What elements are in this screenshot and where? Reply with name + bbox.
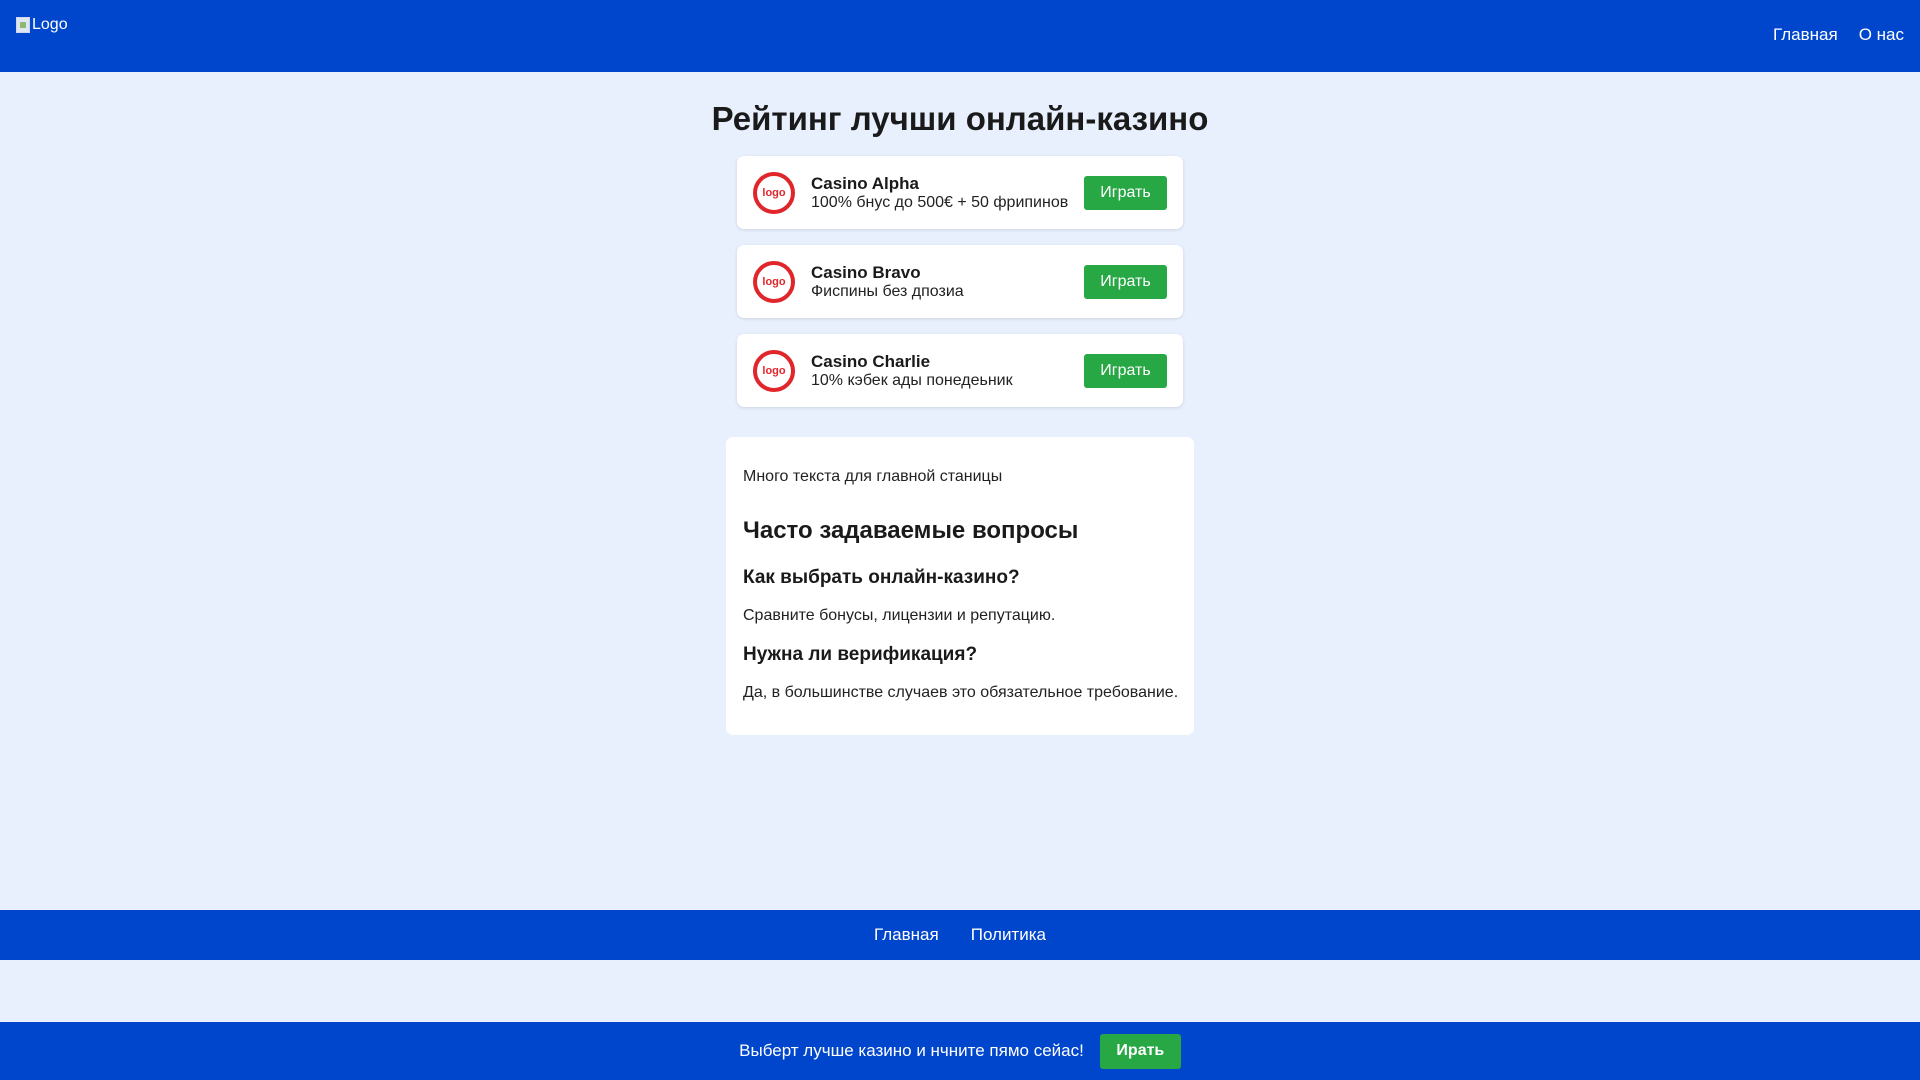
casino-logo-icon: logo (753, 260, 795, 303)
casino-info: Casino Alpha 100% бнус до 500€ + 50 фрип… (811, 174, 1084, 212)
content-section: Много текста для главной станицы Часто з… (726, 437, 1194, 735)
casino-name: Casino Alpha (811, 173, 919, 193)
casino-bonus: Фиспины без дпозиа (811, 282, 964, 300)
faq-answer: Да, в большинстве случаев это обязательн… (743, 684, 1179, 701)
casino-info: Casino Charlie 10% кэбек ады понедеьник (811, 352, 1084, 390)
sticky-play-button[interactable]: Ирать (1099, 1033, 1181, 1069)
faq-answer: Сравните бонусы, лицензии и репутацию. (743, 607, 1056, 624)
casino-name: Casino Bravo (811, 262, 921, 282)
faq-title: Часто задаваемые вопросы (743, 517, 1079, 544)
play-button-charlie[interactable]: Играть (1084, 353, 1167, 388)
play-button-bravo[interactable]: Играть (1084, 264, 1167, 299)
casino-card-charlie: logo Casino Charlie 10% кэбек ады понеде… (737, 334, 1183, 407)
casino-logo-icon: logo (753, 349, 795, 392)
footer-link-home[interactable]: Главная (874, 925, 939, 945)
casino-name: Casino Charlie (811, 351, 931, 371)
intro-text: Много текста для главной станицы (743, 468, 1003, 485)
top-nav: Главная О нас (1773, 25, 1904, 45)
sticky-cta-text: Выберт лучше казино и нчните пямо сейас! (739, 1041, 1084, 1060)
casino-card-bravo: logo Casino Bravo Фиспины без дпозиа Игр… (737, 245, 1183, 318)
top-navbar: Logo Главная О нас (0, 0, 1920, 72)
nav-link-about[interactable]: О нас (1859, 25, 1904, 45)
logo-alt-text: Logo (32, 16, 68, 33)
nav-link-home[interactable]: Главная (1773, 25, 1838, 45)
page-title: Рейтинг лучши онлайн-казино (711, 100, 1209, 137)
casino-bonus: 100% бнус до 500€ + 50 фрипинов (811, 193, 1069, 211)
casino-bonus: 10% кэбек ады понедеьник (811, 371, 1013, 389)
casino-list: logo Casino Alpha 100% бнус до 500€ + 50… (737, 156, 1183, 407)
broken-image-icon (16, 17, 30, 33)
play-button-alpha[interactable]: Играть (1084, 175, 1167, 210)
faq-question: Как выбрать онлайн-казино? (743, 567, 1020, 588)
sticky-cta-bar: Выберт лучше казино и нчните пямо сейас!… (0, 1022, 1920, 1080)
casino-card-alpha: logo Casino Alpha 100% бнус до 500€ + 50… (737, 156, 1183, 229)
casino-logo-icon: logo (753, 171, 795, 214)
casino-info: Casino Bravo Фиспины без дпозиа (811, 263, 1084, 301)
footer: Главная Политика (0, 910, 1920, 960)
site-logo[interactable]: Logo (16, 16, 68, 34)
footer-link-policy[interactable]: Политика (971, 925, 1046, 945)
faq-question: Нужна ли верификация? (743, 644, 978, 665)
